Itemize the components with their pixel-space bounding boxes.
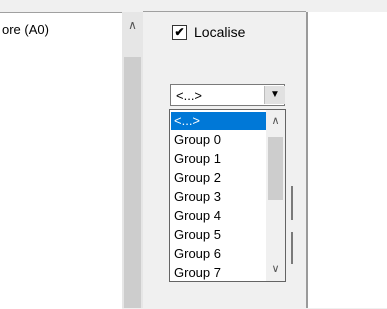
right-pane: [308, 12, 387, 308]
dropdown-option[interactable]: Group 6: [171, 245, 266, 263]
hidden-control-edge: [291, 232, 293, 264]
list-item[interactable]: ore (A0): [2, 22, 49, 37]
dropdown-option[interactable]: Group 5: [171, 226, 266, 244]
localise-checkbox[interactable]: ✔: [172, 25, 187, 40]
scrollbar-thumb[interactable]: [268, 137, 283, 200]
chevron-up-icon[interactable]: ∧: [266, 114, 285, 128]
panel-divider: [143, 11, 306, 12]
chevron-down-icon[interactable]: ∨: [266, 262, 285, 276]
scrollbar-thumb[interactable]: [124, 57, 141, 308]
dropdown-option[interactable]: Group 2: [171, 169, 266, 187]
dropdown-option[interactable]: Group 1: [171, 150, 266, 168]
triangle-down-icon[interactable]: ▼: [264, 86, 285, 104]
dropdown-option[interactable]: Group 4: [171, 207, 266, 225]
combo-value: <...>: [176, 88, 203, 103]
dropdown-option[interactable]: Group 3: [171, 188, 266, 206]
dropdown-option[interactable]: <...>: [171, 112, 266, 130]
localise-label[interactable]: Localise: [194, 24, 245, 40]
dropdown-option[interactable]: Group 0: [171, 131, 266, 149]
dropdown-option[interactable]: Group 7: [171, 264, 266, 282]
chevron-up-icon[interactable]: ∧: [122, 16, 143, 34]
left-list-scrollbar[interactable]: ∧: [122, 12, 143, 308]
dropdown-scrollbar[interactable]: ∧ ∨: [266, 110, 285, 281]
group-dropdown-list[interactable]: <...> Group 0 Group 1 Group 2 Group 3 Gr…: [169, 109, 286, 282]
layer-list[interactable]: ore (A0): [0, 12, 122, 309]
group-combobox[interactable]: <...> ▼: [170, 84, 285, 106]
hidden-control-edge: [291, 186, 293, 220]
